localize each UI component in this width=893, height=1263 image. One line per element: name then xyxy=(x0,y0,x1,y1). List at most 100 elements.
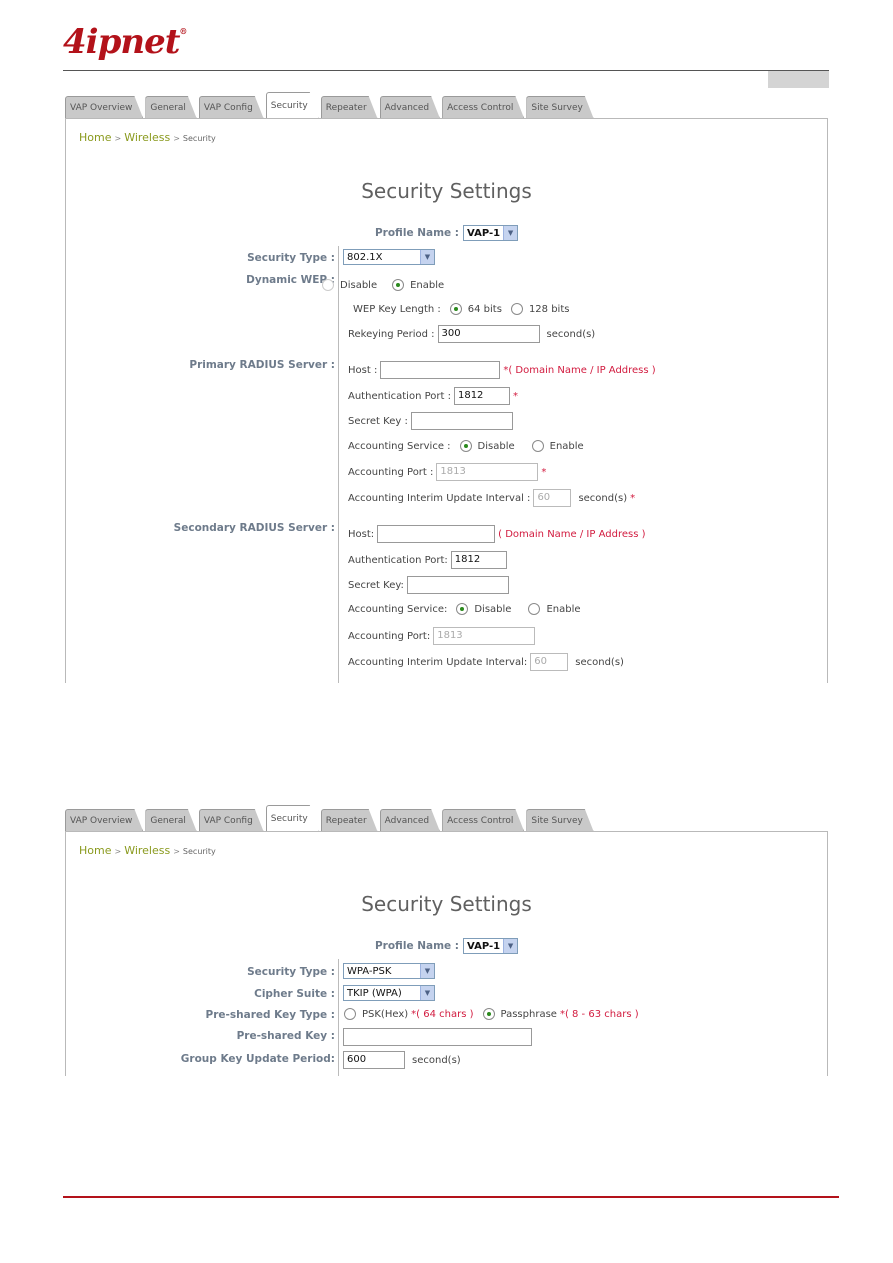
primary-acct-port-input[interactable]: 1813 xyxy=(436,463,539,481)
security-type-value: WPA-PSK xyxy=(347,965,392,977)
primary-interim-input[interactable]: 60 xyxy=(533,489,572,507)
breadcrumb: Home > Wireless > Security xyxy=(79,844,216,857)
primary-secret-input[interactable] xyxy=(410,412,513,430)
secondary-secret-input[interactable] xyxy=(406,576,509,594)
psk-hex-radio[interactable] xyxy=(344,1008,356,1020)
secondary-secret-row: Secret Key: xyxy=(348,576,509,594)
rekeying-input[interactable]: 300 xyxy=(437,325,540,343)
psk-input[interactable] xyxy=(343,1028,532,1046)
header-divider xyxy=(63,70,829,71)
security-type-select[interactable]: 802.1X ▼ xyxy=(343,249,435,265)
primary-secret-row: Secret Key : xyxy=(348,412,513,430)
wep-key-length-label: WEP Key Length : xyxy=(353,303,441,315)
secondary-acct-port-row: Accounting Port: 1813 xyxy=(348,627,536,645)
tab-advanced[interactable]: Advanced xyxy=(380,809,440,832)
tab-repeater[interactable]: Repeater xyxy=(321,809,378,832)
security-type-row: WPA-PSK ▼ xyxy=(343,963,435,979)
header-page-box xyxy=(768,71,829,88)
breadcrumb-current: Security xyxy=(182,847,216,856)
tab-bar: VAP Overview General VAP Config Security… xyxy=(65,92,596,119)
tab-site-survey[interactable]: Site Survey xyxy=(526,809,593,832)
tab-site-survey[interactable]: Site Survey xyxy=(526,96,593,119)
page-title: Security Settings xyxy=(361,892,532,916)
profile-name-select[interactable]: VAP-1 ▼ xyxy=(463,225,519,241)
wep-key-length-row: WEP Key Length : 64 bits 128 bits xyxy=(353,303,569,315)
breadcrumb-separator: > xyxy=(173,134,180,143)
breadcrumb-wireless[interactable]: Wireless xyxy=(124,844,170,857)
tab-general[interactable]: General xyxy=(145,96,196,119)
secondary-secret-label: Secret Key: xyxy=(348,579,404,591)
secondary-interim-input[interactable]: 60 xyxy=(530,653,569,671)
secondary-acct-disable-radio[interactable] xyxy=(456,603,469,615)
primary-acct-port-label: Accounting Port : xyxy=(348,466,434,478)
primary-secret-label: Secret Key : xyxy=(348,415,408,427)
rekeying-row: Rekeying Period : 300 second(s) xyxy=(348,325,595,343)
content-frame: Home > Wireless > Security Security Settings… xyxy=(65,118,828,683)
tab-advanced[interactable]: Advanced xyxy=(380,96,440,119)
logo-mark: ® xyxy=(179,26,187,36)
cipher-suite-value: TKIP (WPA) xyxy=(347,987,402,999)
secondary-interim-unit: second(s) xyxy=(575,656,624,668)
wep-128-radio[interactable] xyxy=(510,303,523,315)
breadcrumb-home[interactable]: Home xyxy=(79,131,111,144)
primary-auth-port-input[interactable]: 1812 xyxy=(453,387,510,405)
secondary-acct-port-label: Accounting Port: xyxy=(348,630,431,642)
secondary-acct-enable-radio[interactable] xyxy=(528,603,541,615)
primary-host-input[interactable] xyxy=(380,361,501,379)
primary-host-row: Host : *( Domain Name / IP Address ) xyxy=(348,361,656,379)
chevron-down-icon: ▼ xyxy=(420,964,434,978)
tab-security[interactable]: Security xyxy=(266,92,319,119)
tab-repeater[interactable]: Repeater xyxy=(321,96,378,119)
rekeying-unit: second(s) xyxy=(546,328,596,340)
primary-acct-disable-label: Disable xyxy=(477,440,515,452)
tab-general[interactable]: General xyxy=(145,809,196,832)
tab-access-control[interactable]: Access Control xyxy=(442,96,524,119)
profile-name-row: Profile Name : VAP-1 ▼ xyxy=(66,938,827,954)
dynamic-wep-disable-radio[interactable] xyxy=(322,279,334,291)
primary-interim-label: Accounting Interim Update Interval : xyxy=(348,492,531,504)
profile-name-value: VAP-1 xyxy=(467,227,501,239)
dynamic-wep-row: Disable Enable xyxy=(316,279,444,291)
tab-vap-config[interactable]: VAP Config xyxy=(199,96,264,119)
column-divider xyxy=(338,246,339,683)
passphrase-label: Passphrase xyxy=(500,1008,557,1020)
group-key-input[interactable]: 600 xyxy=(343,1051,405,1069)
profile-name-label: Profile Name : xyxy=(374,227,460,239)
profile-name-value: VAP-1 xyxy=(467,940,501,952)
logo-text: 4ipnet xyxy=(63,22,180,62)
secondary-host-hint: ( Domain Name / IP Address ) xyxy=(498,528,646,540)
security-panel-wpa-psk: VAP Overview General VAP Config Security… xyxy=(65,805,828,1076)
wep-64-label: 64 bits xyxy=(467,303,502,315)
group-key-row: 600 second(s) xyxy=(343,1051,461,1069)
breadcrumb-wireless[interactable]: Wireless xyxy=(124,131,170,144)
tab-vap-config[interactable]: VAP Config xyxy=(199,809,264,832)
cipher-suite-select[interactable]: TKIP (WPA) ▼ xyxy=(343,985,435,1001)
footer-divider xyxy=(63,1196,839,1198)
tab-access-control[interactable]: Access Control xyxy=(442,809,524,832)
secondary-auth-port-input[interactable]: 1812 xyxy=(450,551,507,569)
secondary-host-input[interactable] xyxy=(377,525,496,543)
tab-vap-overview[interactable]: VAP Overview xyxy=(65,809,143,832)
breadcrumb-current: Security xyxy=(182,134,216,143)
required-mark: * xyxy=(512,390,518,402)
psk-type-row: PSK(Hex) *( 64 chars ) Passphrase *( 8 - 6… xyxy=(338,1008,639,1020)
secondary-acct-port-input[interactable]: 1813 xyxy=(433,627,536,645)
security-type-select[interactable]: WPA-PSK ▼ xyxy=(343,963,435,979)
wep-64-radio[interactable] xyxy=(449,303,462,315)
primary-acct-enable-radio[interactable] xyxy=(531,440,544,452)
dynamic-wep-enable-radio[interactable] xyxy=(392,279,405,291)
profile-name-select[interactable]: VAP-1 ▼ xyxy=(463,938,519,954)
security-panel-8021x: VAP Overview General VAP Config Security… xyxy=(65,92,828,683)
content-frame: Home > Wireless > Security Security Settings… xyxy=(65,831,828,1076)
tab-vap-overview[interactable]: VAP Overview xyxy=(65,96,143,119)
group-key-label: Group Key Update Period: xyxy=(180,1053,335,1065)
tab-security[interactable]: Security xyxy=(266,805,319,832)
primary-acct-disable-radio[interactable] xyxy=(459,440,472,452)
primary-interim-row: Accounting Interim Update Interval : 60 … xyxy=(348,489,635,507)
psk-hex-hint: *( 64 chars ) xyxy=(411,1008,474,1020)
breadcrumb-home[interactable]: Home xyxy=(79,844,111,857)
page-title: Security Settings xyxy=(361,179,532,203)
psk-row xyxy=(343,1028,532,1046)
passphrase-radio[interactable] xyxy=(482,1008,495,1020)
dynamic-wep-disable-label: Disable xyxy=(340,279,378,291)
